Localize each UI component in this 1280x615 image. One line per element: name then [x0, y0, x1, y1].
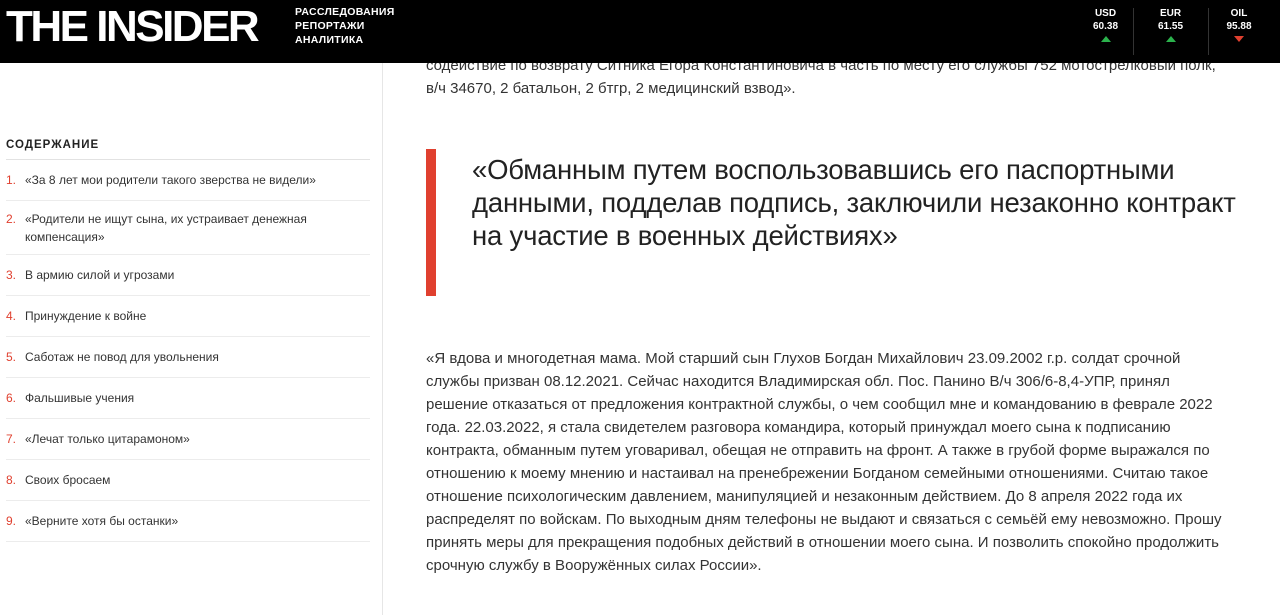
toc-item-number: 1. [6, 173, 17, 187]
toc-item-label: «Родители не ищут сына, их устраивает де… [25, 212, 307, 244]
rate-value: 60.38 [1092, 21, 1119, 32]
toc-item-label: «Лечат только цитарамоном» [25, 432, 190, 446]
toc-item-number: 7. [6, 432, 17, 446]
rate-value: 95.88 [1226, 21, 1252, 32]
toc-item-label: Принуждение к войне [25, 309, 147, 323]
tagline-investigations[interactable]: РАССЛЕДОВАНИЯ [295, 5, 395, 19]
toc-item-4[interactable]: 4. Принуждение к войне [6, 296, 370, 337]
arrow-down-icon [1234, 36, 1244, 42]
toc-item-number: 3. [6, 268, 17, 282]
arrow-up-icon [1100, 36, 1111, 42]
toc-item-label: Фальшивые учения [25, 391, 135, 405]
toc-item-8[interactable]: 8. Своих бросаем [6, 460, 370, 501]
arrow-up-icon [1165, 36, 1176, 42]
article-paragraph: «Я вдова и многодетная мама. Мой старший… [426, 350, 1222, 574]
currency-rates: USD 60.38 EUR 61.55 OIL 95.88 [1078, 0, 1270, 63]
toc-item-number: 2. [6, 212, 17, 226]
toc-item-2[interactable]: 2. «Родители не ищут сына, их устраивает… [6, 201, 370, 255]
toc-title: СОДЕРЖАНИЕ [6, 139, 370, 160]
table-of-contents: СОДЕРЖАНИЕ 1. «За 8 лет мои родители так… [6, 139, 370, 542]
rate-eur: EUR 61.55 [1133, 0, 1208, 63]
site-header: THE INSIDER РАССЛЕДОВАНИЯ РЕПОРТАЖИ АНАЛ… [0, 0, 1280, 63]
toc-item-label: «За 8 лет мои родители такого зверства н… [25, 173, 316, 187]
toc-item-label: В армию силой и угрозами [25, 268, 175, 282]
toc-item-number: 5. [6, 350, 17, 364]
pull-quote: «Обманным путем воспользовавшись его пас… [426, 149, 1236, 296]
rate-usd: USD 60.38 [1078, 0, 1133, 63]
site-tagline: РАССЛЕДОВАНИЯ РЕПОРТАЖИ АНАЛИТИКА [295, 5, 395, 47]
quote-accent-bar [426, 149, 436, 296]
toc-item-1[interactable]: 1. «За 8 лет мои родители такого зверств… [6, 160, 370, 201]
toc-item-number: 4. [6, 309, 17, 323]
toc-item-9[interactable]: 9. «Верните хотя бы останки» [6, 501, 370, 542]
tagline-reports[interactable]: РЕПОРТАЖИ [295, 19, 395, 33]
quote-text: «Обманным путем воспользовавшись его пас… [472, 154, 1236, 251]
tagline-analytics[interactable]: АНАЛИТИКА [295, 33, 395, 47]
rate-name: EUR [1159, 8, 1182, 19]
toc-item-label: «Верните хотя бы останки» [25, 514, 179, 528]
toc-item-7[interactable]: 7. «Лечат только цитарамоном» [6, 419, 370, 460]
toc-item-number: 9. [6, 514, 17, 528]
rate-name: USD [1094, 8, 1117, 19]
site-logo[interactable]: THE INSIDER [6, 3, 260, 51]
rate-oil: OIL 95.88 [1208, 0, 1270, 63]
sidebar: СОДЕРЖАНИЕ 1. «За 8 лет мои родители так… [0, 63, 383, 615]
toc-item-number: 8. [6, 473, 17, 487]
toc-item-label: Своих бросаем [25, 473, 111, 487]
toc-item-number: 6. [6, 391, 17, 405]
toc-item-label: Саботаж не повод для увольнения [25, 350, 219, 364]
toc-item-5[interactable]: 5. Саботаж не повод для увольнения [6, 337, 370, 378]
toc-item-6[interactable]: 6. Фальшивые учения [6, 378, 370, 419]
rate-name: OIL [1230, 8, 1248, 19]
toc-item-3[interactable]: 3. В армию силой и угрозами [6, 255, 370, 296]
rate-value: 61.55 [1157, 21, 1184, 32]
